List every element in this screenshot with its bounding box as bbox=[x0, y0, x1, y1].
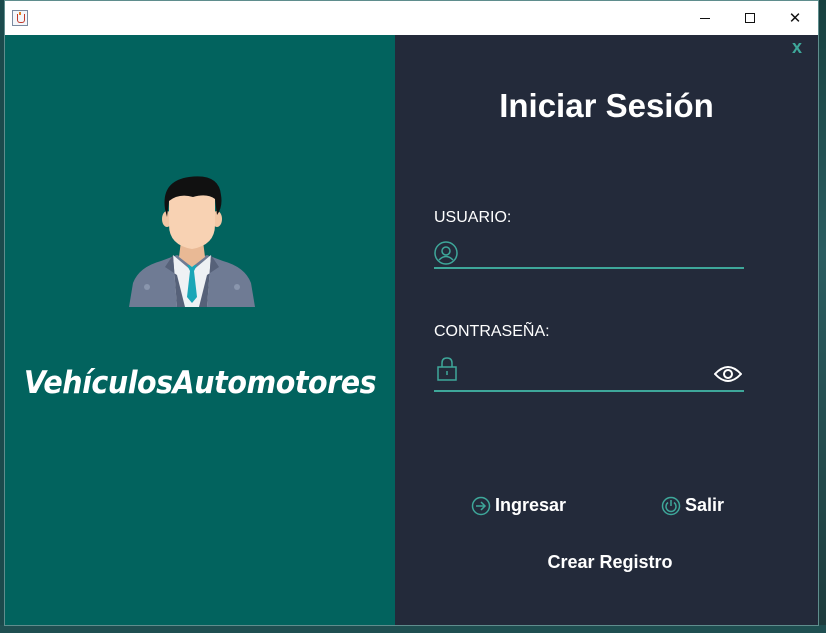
username-input[interactable] bbox=[468, 241, 708, 267]
login-button-label: Ingresar bbox=[495, 495, 567, 515]
desktop-background-bottom bbox=[0, 625, 826, 633]
maximize-icon bbox=[745, 13, 755, 23]
close-icon: ✕ bbox=[788, 8, 802, 27]
panel-close-button[interactable]: x bbox=[792, 37, 802, 58]
minimize-button[interactable] bbox=[682, 1, 728, 35]
lock-icon bbox=[437, 357, 457, 381]
window-content: VehículosAutomotores x Iniciar Sesión US… bbox=[5, 35, 818, 625]
desktop-background-right bbox=[818, 0, 826, 633]
branding-panel: VehículosAutomotores bbox=[5, 35, 395, 625]
businessman-avatar-icon bbox=[129, 176, 255, 307]
login-title: Iniciar Sesión bbox=[499, 87, 714, 124]
exit-button[interactable]: Salir bbox=[661, 495, 724, 516]
user-icon bbox=[434, 241, 458, 265]
power-icon bbox=[661, 496, 681, 515]
app-window: ✕ VehículosAutomotores x Iniciar Sesión … bbox=[4, 0, 819, 626]
username-label: USUARIO: bbox=[434, 209, 512, 226]
brand-name: VehículosAutomotores bbox=[23, 365, 377, 401]
java-app-icon bbox=[12, 10, 28, 26]
username-field bbox=[434, 239, 744, 269]
minimize-icon bbox=[700, 17, 710, 19]
password-label: CONTRASEÑA: bbox=[434, 323, 550, 340]
login-panel: x Iniciar Sesión USUARIO: CONTRASEÑA: In… bbox=[395, 35, 818, 625]
login-button[interactable]: Ingresar bbox=[471, 495, 566, 516]
password-input[interactable] bbox=[468, 364, 708, 390]
sign-in-icon bbox=[471, 496, 491, 515]
close-window-button[interactable]: ✕ bbox=[772, 1, 818, 35]
maximize-button[interactable] bbox=[727, 1, 773, 35]
exit-button-label: Salir bbox=[685, 495, 725, 515]
register-button[interactable]: Crear Registro bbox=[395, 552, 825, 573]
title-bar: ✕ bbox=[5, 1, 818, 35]
password-field bbox=[434, 357, 744, 392]
show-password-eye-icon[interactable] bbox=[714, 364, 742, 384]
